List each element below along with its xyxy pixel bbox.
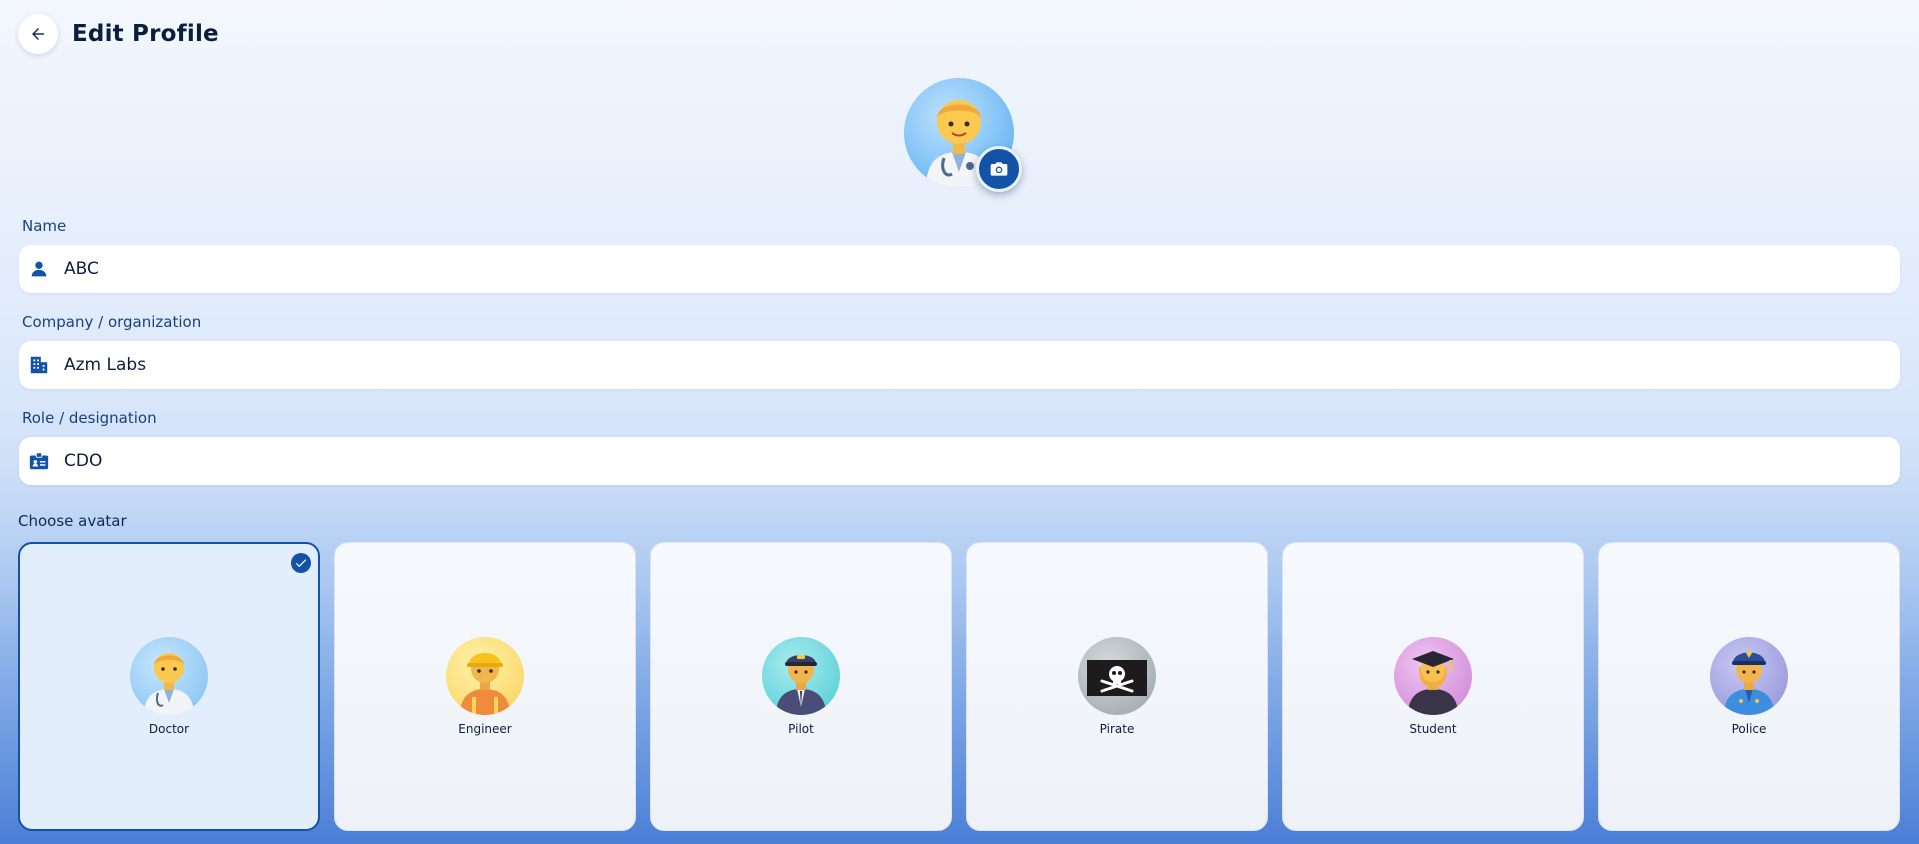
avatar-grid: Doctor Engineer Pilot Pirate Student Pol…: [18, 542, 1900, 831]
avatar-option-doctor[interactable]: Doctor: [18, 542, 320, 831]
student-avatar-icon: [1394, 637, 1472, 715]
back-button[interactable]: [18, 14, 58, 54]
police-avatar-icon: [1710, 637, 1788, 715]
avatar-option-engineer[interactable]: Engineer: [334, 542, 636, 831]
avatar-label: Engineer: [458, 722, 512, 736]
role-field[interactable]: [19, 437, 1900, 485]
choose-avatar-label: Choose avatar: [18, 512, 127, 530]
doctor-avatar-icon: [130, 637, 208, 715]
company-field[interactable]: [19, 341, 1900, 389]
header: Edit Profile: [18, 14, 219, 54]
company-input[interactable]: [64, 355, 1864, 375]
company-label: Company / organization: [22, 313, 202, 331]
avatar-label: Police: [1731, 722, 1767, 736]
avatar-label: Pilot: [788, 722, 814, 736]
arrow-left-icon: [32, 28, 44, 40]
name-input[interactable]: [64, 259, 1864, 279]
avatar-option-pirate[interactable]: Pirate: [966, 542, 1268, 831]
check-icon: [291, 553, 311, 573]
avatar-label: Doctor: [148, 722, 190, 736]
name-field[interactable]: [19, 245, 1900, 293]
pirate-avatar-icon: [1078, 637, 1156, 715]
building-icon: [27, 353, 51, 377]
role-label: Role / designation: [22, 409, 157, 427]
avatar-option-police[interactable]: Police: [1598, 542, 1900, 831]
avatar-option-student[interactable]: Student: [1282, 542, 1584, 831]
change-photo-button[interactable]: [976, 146, 1022, 192]
name-label: Name: [22, 217, 67, 235]
pilot-avatar-icon: [762, 637, 840, 715]
person-icon: [27, 257, 51, 281]
badge-icon: [27, 449, 51, 473]
page-title: Edit Profile: [72, 21, 219, 47]
profile-avatar-container: [904, 78, 1022, 192]
camera-icon: [990, 162, 1008, 176]
avatar-label: Pirate: [1099, 722, 1135, 736]
engineer-avatar-icon: [446, 637, 524, 715]
avatar-label: Student: [1409, 722, 1457, 736]
avatar-option-pilot[interactable]: Pilot: [650, 542, 952, 831]
role-input[interactable]: [64, 451, 1864, 471]
